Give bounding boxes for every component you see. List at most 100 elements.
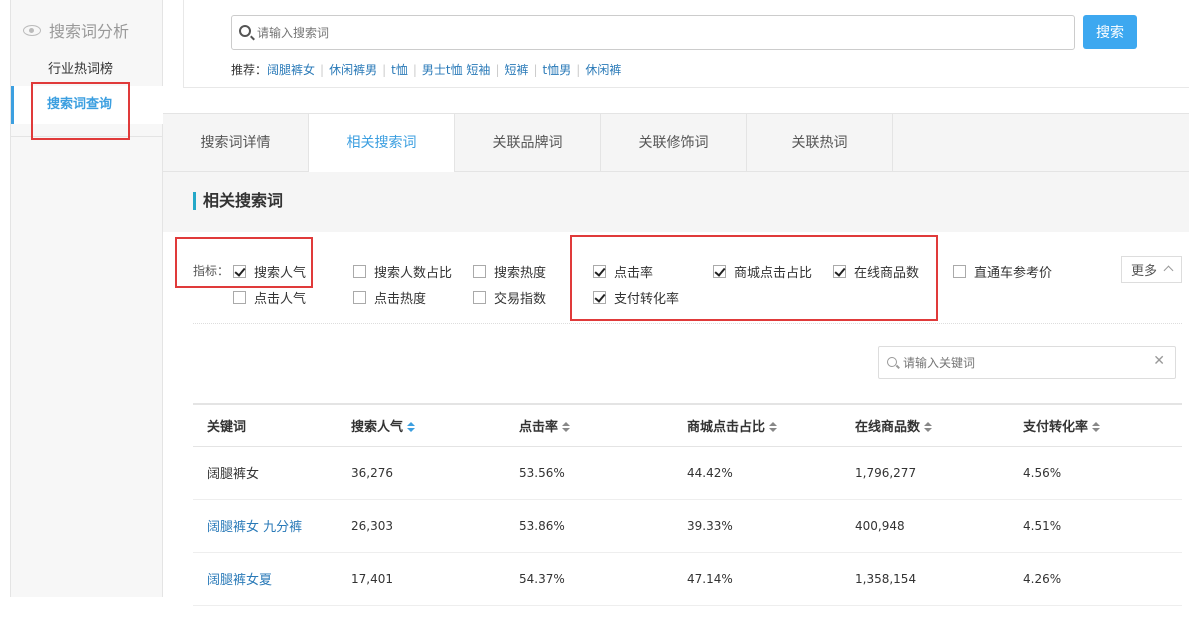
column-header-label: 点击率 bbox=[519, 419, 559, 435]
divider: | bbox=[576, 63, 581, 77]
search-input[interactable] bbox=[257, 22, 1057, 44]
highlight-box-sidebar bbox=[31, 82, 130, 140]
online-items-cell: 400,948 bbox=[841, 499, 1009, 553]
sidebar-header-label: 搜索词分析 bbox=[49, 22, 130, 41]
recommend-term[interactable]: 阔腿裤女 bbox=[267, 63, 315, 77]
recommend-term[interactable]: 短裤 bbox=[504, 63, 528, 77]
indicator-label-text: 直通车参考价 bbox=[974, 266, 1053, 281]
tab-related-modifiers[interactable]: 关联修饰词 bbox=[601, 114, 747, 172]
indicator-label-text: 搜索热度 bbox=[494, 266, 547, 281]
sidebar-header: 搜索词分析 bbox=[23, 18, 129, 42]
tab-related-hot[interactable]: 关联热词 bbox=[747, 114, 893, 172]
highlight-box-indicators bbox=[570, 235, 938, 321]
sort-icon[interactable] bbox=[562, 422, 571, 433]
table-row: 阔腿裤女 九分裤 26,303 53.86% 39.33% 400,948 4.… bbox=[193, 499, 1182, 553]
checkbox[interactable] bbox=[953, 265, 966, 278]
column-header-pay-conversion[interactable]: 支付转化率 bbox=[1009, 403, 1182, 447]
column-header-label: 商城点击占比 bbox=[687, 419, 766, 435]
pay-conversion-cell: 4.51% bbox=[1009, 499, 1182, 553]
column-header-label: 关键词 bbox=[207, 419, 247, 435]
recommend-term[interactable]: 男士t恤 短袖 bbox=[422, 63, 491, 77]
tab-related-brands[interactable]: 关联品牌词 bbox=[455, 114, 601, 172]
search-popularity-cell: 17,401 bbox=[337, 552, 505, 606]
highlight-box-search-popularity bbox=[175, 237, 313, 288]
indicator-click-popularity[interactable]: 点击人气 bbox=[233, 288, 306, 307]
recommend-label: 推荐： bbox=[231, 63, 268, 77]
close-icon[interactable]: ✕ bbox=[1153, 353, 1165, 369]
indicator-ztc-price[interactable]: 直通车参考价 bbox=[953, 262, 1052, 281]
checkbox[interactable] bbox=[353, 265, 366, 278]
divider: | bbox=[495, 63, 500, 77]
divider: | bbox=[533, 63, 538, 77]
mall-click-ratio-cell: 47.14% bbox=[673, 552, 841, 606]
more-button[interactable]: 更多 bbox=[1121, 256, 1182, 283]
indicator-search-user-ratio[interactable]: 搜索人数占比 bbox=[353, 262, 452, 281]
keyword-filter[interactable]: ✕ bbox=[878, 346, 1176, 379]
search-popularity-cell: 36,276 bbox=[337, 446, 505, 500]
sort-icon[interactable] bbox=[1092, 422, 1101, 433]
eye-icon bbox=[23, 24, 41, 36]
tab-related-keywords[interactable]: 相关搜索词 bbox=[309, 114, 455, 173]
dotted-divider bbox=[193, 323, 1182, 324]
indicator-click-heat[interactable]: 点击热度 bbox=[353, 288, 426, 307]
indicator-label-text: 点击热度 bbox=[374, 292, 427, 307]
section-title: 相关搜索词 bbox=[193, 192, 283, 210]
column-header-online-items[interactable]: 在线商品数 bbox=[841, 403, 1009, 447]
search-popularity-cell: 26,303 bbox=[337, 499, 505, 553]
mall-click-ratio-cell: 44.42% bbox=[673, 446, 841, 500]
recommend-list: 推荐：阔腿裤女 | 休闲裤男 | t恤 | 男士t恤 短袖 | 短裤 | t恤男 | 休闲裤 bbox=[231, 61, 621, 78]
column-header-search-popularity[interactable]: 搜索人气 bbox=[337, 403, 505, 447]
recommend-term[interactable]: t恤男 bbox=[543, 63, 572, 77]
column-header-mall-click-ratio[interactable]: 商城点击占比 bbox=[673, 403, 841, 447]
sort-icon[interactable] bbox=[769, 422, 778, 433]
mall-click-ratio-cell: 39.33% bbox=[673, 499, 841, 553]
divider: | bbox=[320, 63, 325, 77]
pay-conversion-cell: 4.26% bbox=[1009, 552, 1182, 606]
pay-conversion-cell: 4.56% bbox=[1009, 446, 1182, 500]
online-items-cell: 1,796,277 bbox=[841, 446, 1009, 500]
divider: | bbox=[382, 63, 387, 77]
divider: | bbox=[412, 63, 417, 77]
search-icon bbox=[239, 25, 251, 37]
click-rate-cell: 53.86% bbox=[505, 499, 673, 553]
search-icon bbox=[887, 357, 897, 367]
keyword-cell: 阔腿裤女 bbox=[193, 446, 337, 500]
table-row: 阔腿裤女 36,276 53.56% 44.42% 1,796,277 4.56… bbox=[193, 446, 1182, 500]
checkbox[interactable] bbox=[473, 291, 486, 304]
recommend-term[interactable]: 休闲裤男 bbox=[329, 63, 377, 77]
keyword-filter-input[interactable] bbox=[903, 353, 1143, 373]
search-button[interactable]: 搜索 bbox=[1083, 15, 1137, 49]
more-label: 更多 bbox=[1131, 264, 1158, 279]
sidebar-item-industry-hot[interactable]: 行业热词榜 bbox=[48, 58, 113, 77]
click-rate-cell: 53.56% bbox=[505, 446, 673, 500]
column-header-label: 在线商品数 bbox=[855, 419, 921, 435]
column-header-label: 支付转化率 bbox=[1023, 419, 1089, 435]
column-header-click-rate[interactable]: 点击率 bbox=[505, 403, 673, 447]
chevron-up-icon bbox=[1163, 265, 1174, 276]
recommend-term[interactable]: 休闲裤 bbox=[585, 63, 621, 77]
sort-icon[interactable] bbox=[407, 422, 416, 433]
table-row: 阔腿裤女夏 17,401 54.37% 47.14% 1,358,154 4.2… bbox=[193, 552, 1182, 606]
checkbox[interactable] bbox=[233, 291, 246, 304]
click-rate-cell: 54.37% bbox=[505, 552, 673, 606]
recommend-term[interactable]: t恤 bbox=[391, 63, 408, 77]
column-header-keyword: 关键词 bbox=[193, 403, 337, 447]
column-header-label: 搜索人气 bbox=[351, 419, 404, 435]
indicator-search-heat[interactable]: 搜索热度 bbox=[473, 262, 546, 281]
tab-keyword-detail[interactable]: 搜索词详情 bbox=[163, 114, 309, 172]
table-header-row: 关键词 搜索人气 点击率 商城点击占比 在线商品数 支付转化率 bbox=[193, 403, 1182, 447]
checkbox[interactable] bbox=[473, 265, 486, 278]
tab-bar: 搜索词详情 相关搜索词 关联品牌词 关联修饰词 关联热词 bbox=[163, 113, 1189, 173]
online-items-cell: 1,358,154 bbox=[841, 552, 1009, 606]
keyword-table: 关键词 搜索人气 点击率 商城点击占比 在线商品数 支付转化率 阔腿裤女 36,… bbox=[193, 403, 1182, 606]
indicator-trade-index[interactable]: 交易指数 bbox=[473, 288, 546, 307]
checkbox[interactable] bbox=[353, 291, 366, 304]
search-box[interactable] bbox=[231, 15, 1075, 50]
sort-icon[interactable] bbox=[924, 422, 933, 433]
keyword-link[interactable]: 阔腿裤女夏 bbox=[193, 552, 337, 606]
page: 搜索词分析 行业热词榜 搜索词查询 搜索 推荐：阔腿裤女|休闲裤男|t恤|男士t… bbox=[0, 0, 1196, 634]
keyword-link[interactable]: 阔腿裤女 九分裤 bbox=[193, 499, 337, 553]
indicator-label-text: 交易指数 bbox=[494, 292, 547, 307]
section-header: 相关搜索词 bbox=[163, 172, 1189, 232]
indicator-label-text: 点击人气 bbox=[254, 292, 307, 307]
